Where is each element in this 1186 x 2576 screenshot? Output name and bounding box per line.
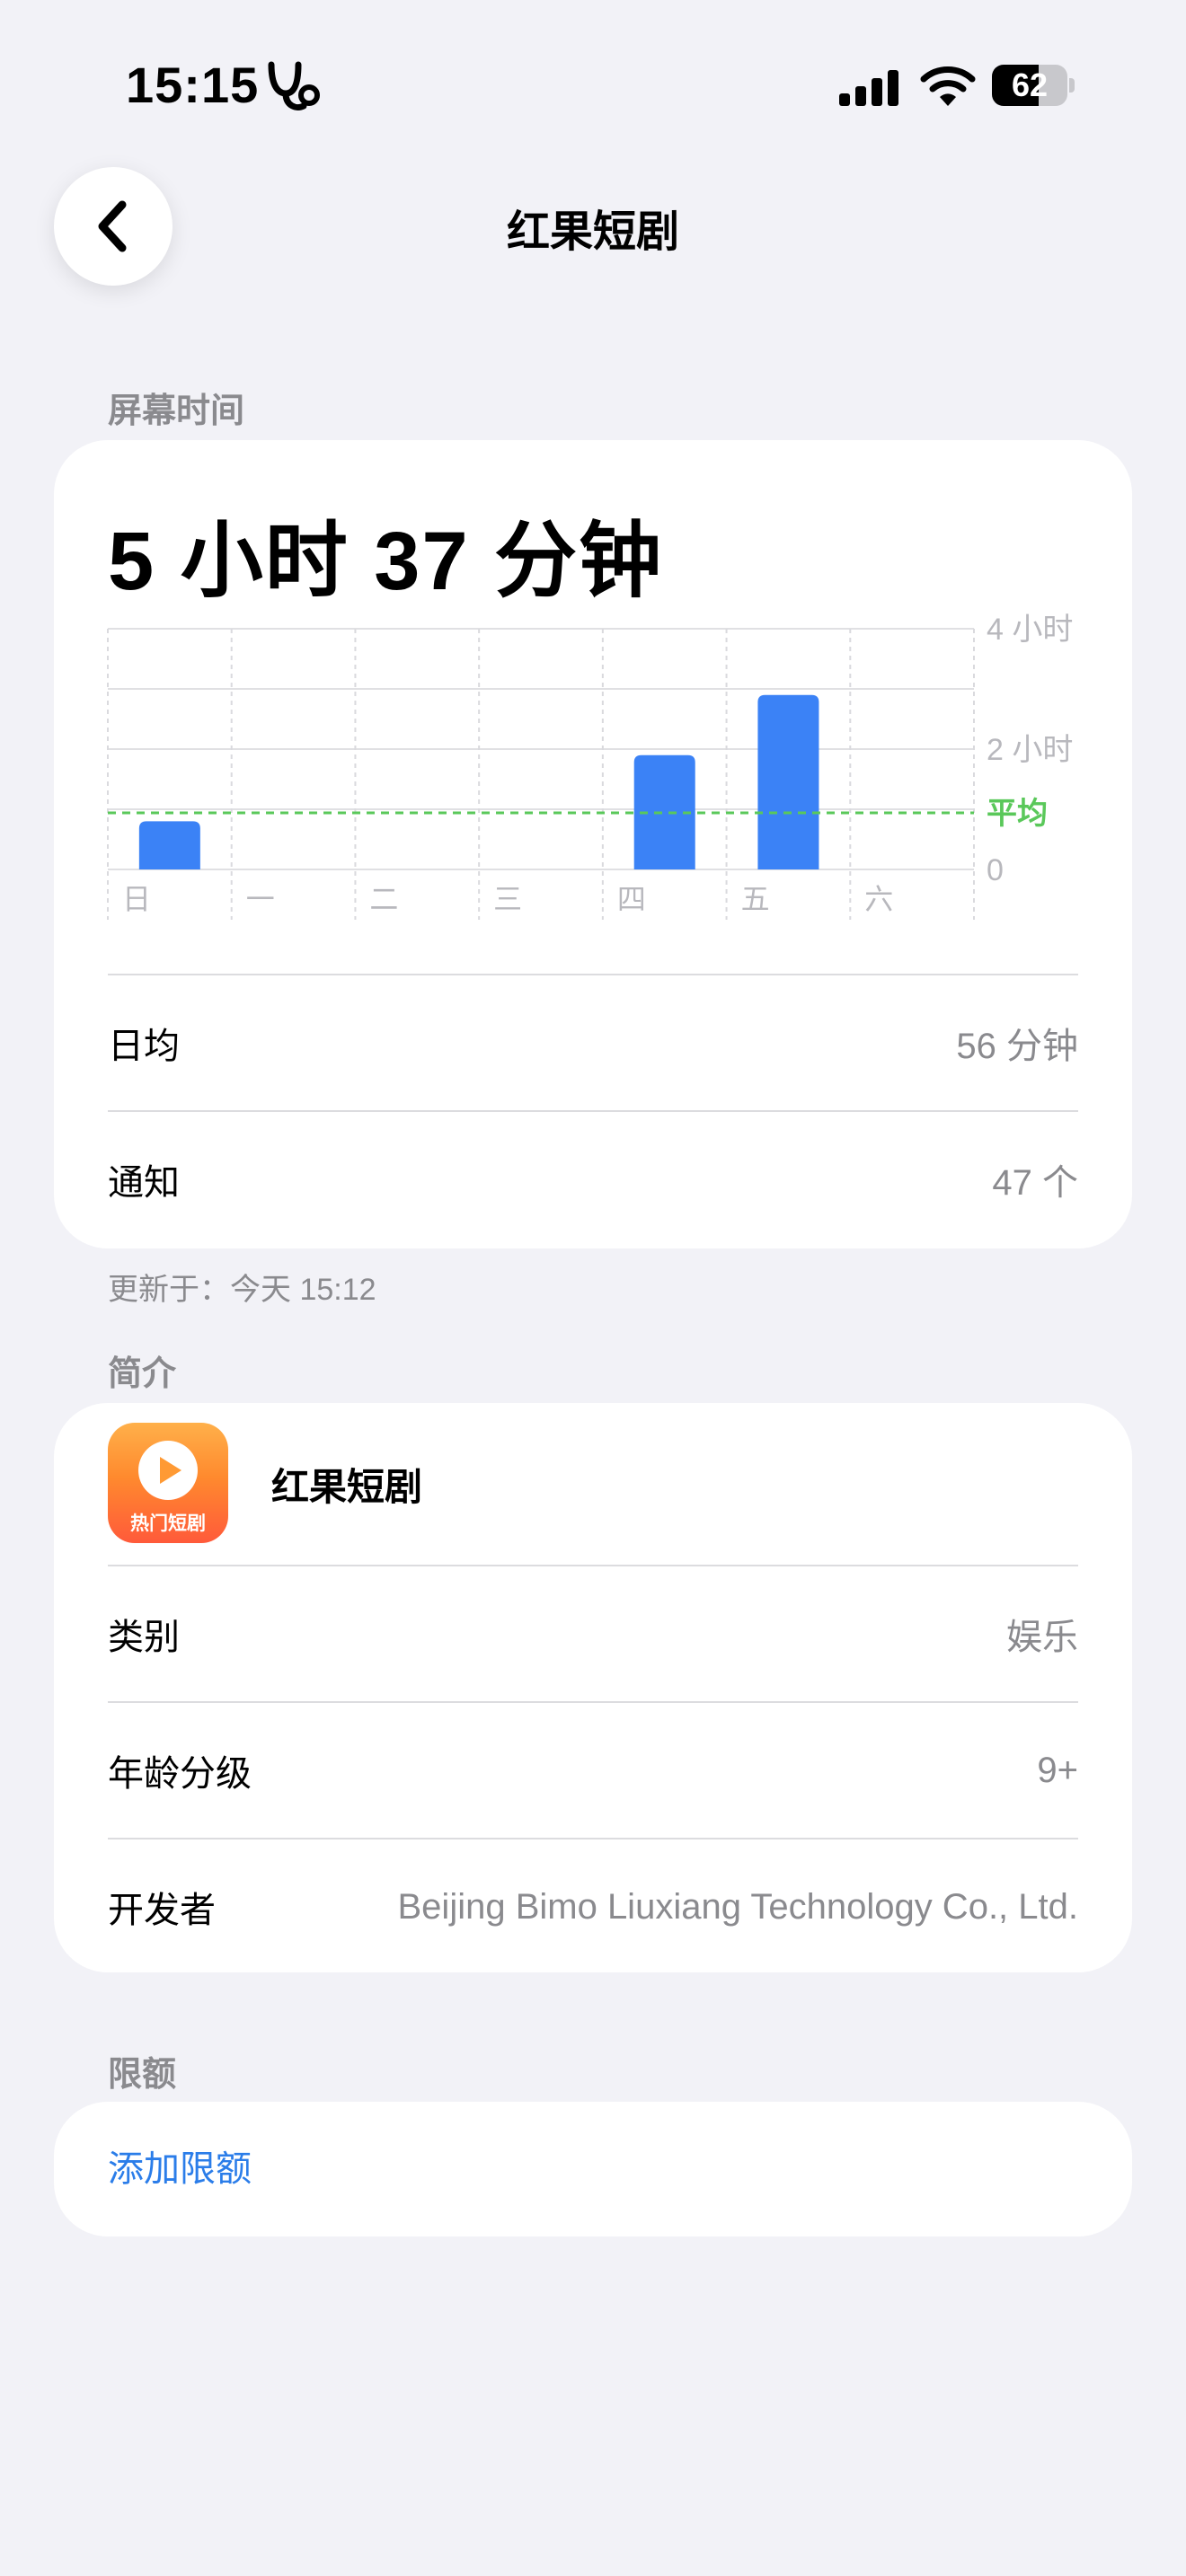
age-rating-value: 9+ — [1037, 1750, 1078, 1790]
limits-section-header: 限额 — [108, 2056, 177, 2094]
average-label: 平均 — [987, 797, 1048, 831]
age-rating-row: 年龄分级 9+ — [108, 1703, 1078, 1838]
day-label: 日 — [122, 883, 151, 915]
day-label: 二 — [369, 883, 398, 915]
day-label: 五 — [741, 883, 770, 915]
screen-time-card: 5 小时 37 分钟 日 一 二 三 四 五 六 4 小时 2 小时 0 平均 日均 56 分钟 通… — [54, 440, 1132, 1248]
category-value: 娱乐 — [1006, 1618, 1078, 1657]
app-icon: 热门短剧 — [108, 1423, 228, 1543]
category-row: 类别 娱乐 — [108, 1566, 1078, 1701]
notifications-label: 通知 — [108, 1163, 180, 1203]
updated-timestamp: 更新于：今天 15:12 — [108, 1273, 376, 1307]
day-label: 六 — [864, 883, 893, 915]
notifications-value: 47 个 — [992, 1163, 1078, 1203]
y-tick-label: 0 — [987, 853, 1004, 887]
y-tick-label: 2 小时 — [987, 733, 1073, 767]
weekly-usage-chart: 日 一 二 三 四 五 六 4 小时 2 小时 0 平均 — [107, 613, 1073, 920]
screen-time-section-header: 屏幕时间 — [108, 393, 245, 430]
bar-5 — [757, 694, 819, 869]
bar-0 — [138, 821, 200, 869]
daily-average-value: 56 分钟 — [956, 1027, 1078, 1066]
stethoscope-icon — [268, 61, 320, 110]
page-title: 红果短剧 — [506, 208, 679, 256]
wifi-icon — [920, 66, 976, 106]
status-bar: 15:15 62 — [0, 0, 1186, 171]
day-label: 四 — [617, 883, 646, 915]
developer-row: 开发者 Beijing Bimo Liuxiang Technology Co.… — [108, 1839, 1078, 1974]
category-label: 类别 — [108, 1618, 180, 1657]
app-name: 红果短剧 — [271, 1466, 423, 1508]
age-rating-label: 年龄分级 — [108, 1754, 252, 1794]
app-icon-caption: 热门短剧 — [130, 1513, 206, 1534]
day-label: 一 — [246, 883, 275, 915]
intro-section-header: 简介 — [108, 1355, 177, 1393]
daily-average-label: 日均 — [108, 1027, 180, 1066]
battery-percent: 62 — [1011, 66, 1049, 103]
developer-label: 开发者 — [108, 1891, 216, 1930]
day-label: 三 — [493, 883, 522, 915]
y-tick-label: 4 小时 — [987, 613, 1073, 647]
daily-average-row: 日均 56 分钟 — [108, 975, 1078, 1110]
total-screen-time: 5 小时 37 分钟 — [108, 516, 664, 607]
add-limit-button[interactable]: 添加限额 — [108, 2102, 252, 2236]
notifications-row: 通知 47 个 — [108, 1112, 1078, 1247]
status-time: 15:15 — [126, 57, 260, 113]
limits-card: 添加限额 — [54, 2102, 1132, 2236]
developer-value: Beijing Bimo Liuxiang Technology Co., Lt… — [397, 1886, 1079, 1927]
intro-card: 热门短剧 红果短剧 类别 娱乐 年龄分级 9+ 开发者 Beijing Bimo… — [54, 1403, 1132, 1972]
battery-icon: 62 — [992, 65, 1075, 106]
cellular-signal-icon — [839, 68, 900, 106]
